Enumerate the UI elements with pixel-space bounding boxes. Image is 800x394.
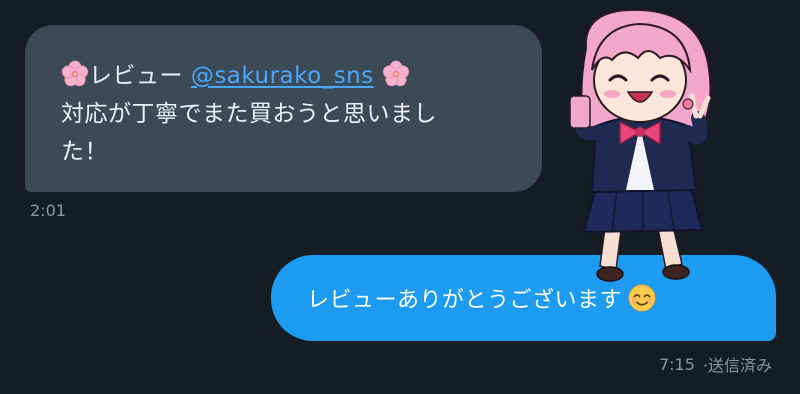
incoming-line-2: 対応が丁寧でまた買おうと思いまし bbox=[61, 101, 437, 127]
review-label: レビュー bbox=[89, 63, 183, 89]
cherry-blossom-icon bbox=[61, 60, 89, 87]
pink-hair-girl-sticker bbox=[569, 8, 712, 282]
outgoing-timestamp: 7:15 bbox=[658, 354, 695, 374]
incoming-timestamp: 2:01 bbox=[30, 201, 66, 220]
outgoing-meta: 7:15 ·送信済み bbox=[659, 352, 772, 376]
incoming-line-1: レビュー @sakurako_sns bbox=[61, 57, 512, 95]
sent-status: ·送信済み bbox=[702, 356, 772, 375]
mention-link[interactable]: @sakurako_sns bbox=[191, 63, 374, 89]
incoming-line-3: た！ bbox=[61, 139, 108, 165]
incoming-message-bubble[interactable]: レビュー @sakurako_sns 対応が丁寧でまた買おうと思いまし た！ bbox=[25, 25, 542, 192]
cherry-blossom-icon bbox=[382, 60, 409, 87]
